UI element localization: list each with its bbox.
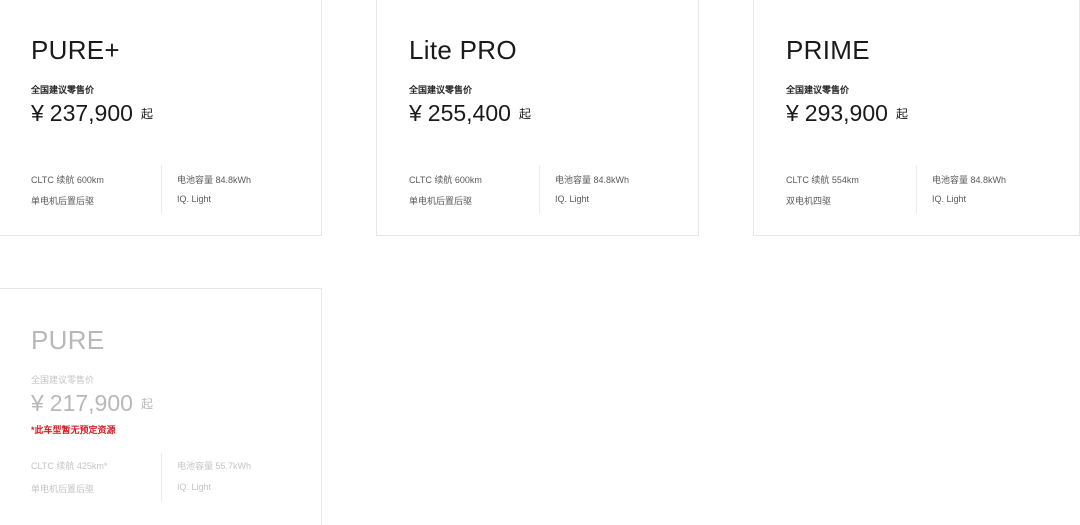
price-suffix: 起	[140, 107, 153, 121]
spec-range: CLTC 续航 600km	[409, 175, 482, 185]
trim-card-pure-unavailable: PURE 全国建议零售价 ¥217,900 起 *此车型暂无预定资源 CLTC 续…	[0, 288, 322, 525]
trim-price: ¥293,900 起	[786, 100, 908, 127]
price-value: 217,900	[49, 390, 133, 416]
spec-iq-package: IQ. Light	[932, 194, 967, 204]
trim-price: ¥237,900 起	[31, 100, 153, 127]
currency-symbol: ¥	[31, 100, 44, 126]
trim-price: ¥217,900 起	[31, 390, 153, 417]
spec-range: CLTC 续航 554km	[786, 175, 859, 185]
unavailable-notice: *此车型暂无预定资源	[31, 425, 116, 435]
spec-divider	[161, 165, 162, 213]
spec-drivetrain: 双电机四驱	[786, 196, 832, 206]
spec-drivetrain: 单电机后置后驱	[31, 484, 95, 494]
price-label: 全国建议零售价	[31, 85, 95, 95]
spec-battery: 电池容量 55.7kWh	[177, 461, 252, 471]
spec-range: CLTC 续航 425km*	[31, 461, 108, 471]
price-value: 237,900	[49, 100, 133, 126]
currency-symbol: ¥	[786, 100, 799, 126]
spec-battery: 电池容量 84.8kWh	[932, 175, 1007, 185]
spec-iq-package: IQ. Light	[177, 482, 212, 492]
trim-name: PURE+	[31, 35, 120, 65]
spec-drivetrain: 单电机后置后驱	[409, 196, 473, 206]
spec-range: CLTC 续航 600km	[31, 175, 104, 185]
price-suffix: 起	[895, 107, 908, 121]
trim-name: Lite PRO	[409, 35, 517, 65]
price-value: 293,900	[804, 100, 888, 126]
spec-divider	[161, 453, 162, 501]
spec-iq-package: IQ. Light	[555, 194, 590, 204]
trim-card-prime[interactable]: PRIME 全国建议零售价 ¥293,900 起 CLTC 续航 554km 双电…	[753, 0, 1080, 236]
price-suffix: 起	[140, 397, 153, 411]
currency-symbol: ¥	[409, 100, 422, 126]
spec-battery: 电池容量 84.8kWh	[177, 175, 252, 185]
spec-battery: 电池容量 84.8kWh	[555, 175, 630, 185]
price-label: 全国建议零售价	[786, 85, 850, 95]
price-label: 全国建议零售价	[31, 375, 95, 385]
price-label: 全国建议零售价	[409, 85, 473, 95]
spec-divider	[539, 165, 540, 213]
spec-divider	[916, 165, 917, 213]
price-suffix: 起	[518, 107, 531, 121]
trim-name: PURE	[31, 325, 105, 355]
currency-symbol: ¥	[31, 390, 44, 416]
price-value: 255,400	[427, 100, 511, 126]
trim-selection-grid: PURE+ 全国建议零售价 ¥237,900 起 CLTC 续航 600km 单电…	[0, 0, 1080, 525]
trim-price: ¥255,400 起	[409, 100, 531, 127]
trim-name: PRIME	[786, 35, 870, 65]
spec-drivetrain: 单电机后置后驱	[31, 196, 95, 206]
trim-card-lite-pro[interactable]: Lite PRO 全国建议零售价 ¥255,400 起 CLTC 续航 600km…	[376, 0, 699, 236]
trim-card-pure-plus[interactable]: PURE+ 全国建议零售价 ¥237,900 起 CLTC 续航 600km 单电…	[0, 0, 322, 236]
spec-iq-package: IQ. Light	[177, 194, 212, 204]
